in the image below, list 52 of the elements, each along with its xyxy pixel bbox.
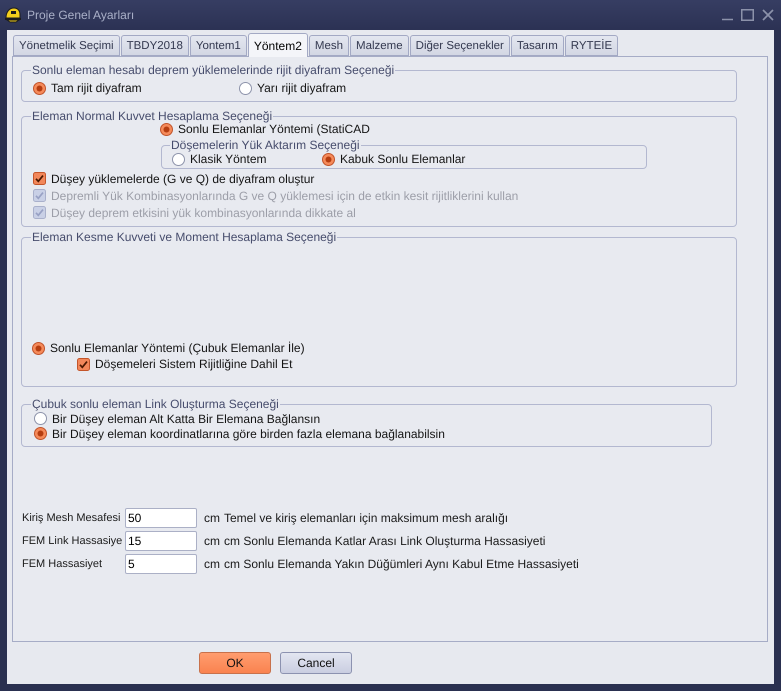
window-title: Proje Genel Ayarları (27, 8, 134, 22)
checkbox-icon[interactable] (77, 358, 90, 370)
checkbox-icon[interactable] (33, 172, 46, 185)
input-field[interactable]: 15 (125, 531, 197, 551)
group-title: Eleman Kesme Kuvveti ve Moment Hesaplama Seçeneği (31, 230, 338, 244)
tab[interactable]: Yönetmelik Seçimi (13, 35, 120, 56)
radio-option[interactable]: Bir Düşey eleman koordinatlarına göre birden fazla elemana bağlanabilsin (34, 426, 445, 440)
radio-icon[interactable] (33, 82, 46, 94)
radio-option[interactable]: Sonlu Elemanlar Yöntemi (StatiCAD (160, 122, 370, 136)
field-description: Temel ve kiriş elemanları için maksimum mesh aralığı (224, 511, 508, 525)
tab[interactable]: Malzeme (350, 35, 409, 56)
checkbox-option[interactable]: Düşey yüklemelerde (G ve Q) de diyafram oluştur (33, 172, 314, 186)
radio-option[interactable]: Sonlu Elemanlar Yöntemi (Çubuk Elemanlar İle) (32, 341, 305, 355)
group-title: Sonlu eleman hesabı deprem yüklemelerinde rijit diyafram Seçeneği (31, 63, 396, 77)
radio-option[interactable]: Klasik Yöntem (172, 152, 322, 166)
radio-icon[interactable] (172, 152, 185, 166)
helmet-icon (4, 7, 22, 23)
unit-label: cm (204, 557, 221, 571)
tab[interactable]: RYTEİE (564, 35, 618, 56)
group-title: Döşemelerin Yük Aktarım Seçeneği (170, 138, 361, 152)
radio-icon[interactable] (32, 342, 45, 354)
unit-label: cm (204, 511, 221, 525)
field-description: cm Sonlu Elemanda Yakın Düğümleri Aynı Kabul Etme Hassasiyeti (224, 557, 579, 571)
close-icon[interactable] (762, 9, 774, 21)
unit-label: cm (204, 534, 221, 548)
tab[interactable]: Yontem1 (190, 35, 247, 56)
radio-icon[interactable] (322, 152, 335, 166)
checkbox-option[interactable]: Döşemeleri Sistem Rijitliğine Dahil Et (77, 357, 292, 371)
tab[interactable]: Diğer Seçenekler (410, 35, 510, 56)
tab[interactable]: Mesh (308, 35, 349, 56)
radio-option[interactable]: Kabuk Sonlu Elemanlar (322, 152, 472, 166)
dialog-button[interactable]: Cancel (280, 652, 352, 674)
radio-option[interactable]: Bir Düşey eleman Alt Katta Bir Elemana Bağlansın (34, 412, 320, 426)
radio-icon[interactable] (160, 122, 173, 136)
field-description: cm Sonlu Elemanda Katlar Arası Link Oluşturma Hassasiyeti (224, 534, 546, 548)
radio-option[interactable]: Yarı rijit diyafram (239, 81, 445, 95)
radio-icon[interactable] (34, 427, 47, 440)
maximize-icon[interactable] (741, 9, 754, 21)
field-label: Kiriş Mesh Mesafesi (21, 512, 122, 524)
radio-icon[interactable] (34, 412, 47, 425)
tab[interactable]: Tasarım (510, 35, 564, 56)
field-label: FEM Hassasiyet (21, 558, 104, 570)
dialog-button[interactable]: OK (199, 652, 271, 674)
tab[interactable]: Yöntem2 (248, 33, 308, 57)
field-label: FEM Link Hassasiye (21, 535, 124, 547)
group-title: Eleman Normal Kuvvet Hesaplama Seçeneği (31, 109, 274, 123)
tab[interactable]: TBDY2018 (120, 35, 189, 56)
group-title: Çubuk sonlu eleman Link Oluşturma Seçeneği (31, 397, 280, 411)
radio-icon[interactable] (239, 82, 252, 94)
radio-option[interactable]: Tam rijit diyafram (33, 81, 239, 95)
input-field[interactable]: 5 (125, 554, 197, 574)
input-field[interactable]: 50 (125, 508, 197, 528)
